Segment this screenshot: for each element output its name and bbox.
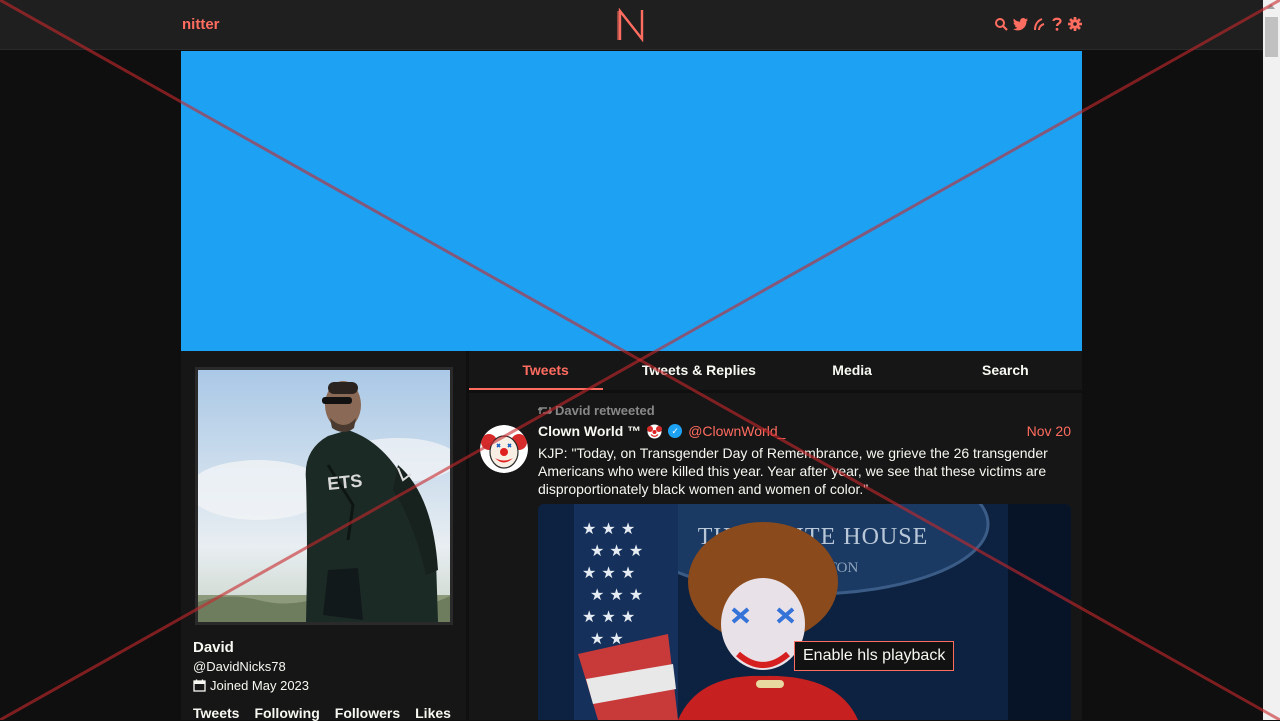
retweet-text[interactable]: David retweeted [555,403,655,418]
tweet-text: KJP: "Today, on Transgender Day of Remem… [538,445,1048,497]
scroll-thumb[interactable] [1265,17,1278,57]
timeline: Tweets Tweets & Replies Media Search Dav… [469,351,1082,720]
profile-avatar[interactable]: ETS [195,367,453,625]
calendar-icon [193,679,206,692]
stat-tweets[interactable]: Tweets [193,705,239,721]
clown-emoji-icon [647,424,663,438]
tweet-video[interactable]: THE WHITE HOUSE TON ★ ★ ★ ★ ★ ★ ★ ★ ★ ★ … [538,504,1071,720]
tab-search[interactable]: Search [929,351,1082,390]
verified-badge-icon: ✓ [668,424,683,438]
nav-icons [994,16,1082,32]
nitter-logo[interactable] [617,8,645,42]
profile-stats: Tweets Following Followers Likes [193,705,451,721]
svg-text:★ ★ ★: ★ ★ ★ [582,519,635,538]
profile-joined: Joined May 2023 [193,678,309,693]
tab-tweets[interactable]: Tweets [469,351,622,390]
joined-text: Joined May 2023 [210,678,310,693]
retweet-icon [538,406,552,415]
tweet-date[interactable]: Nov 20 [1027,423,1071,439]
tab-tweets-replies[interactable]: Tweets & Replies [622,351,775,390]
timeline-tabs: Tweets Tweets & Replies Media Search [469,351,1082,390]
svg-text:ETS: ETS [326,470,363,494]
site-brand[interactable]: nitter [182,16,220,33]
stat-likes[interactable]: Likes [415,705,451,721]
search-icon[interactable] [994,16,1008,32]
scroll-up-arrow-icon[interactable] [1267,4,1275,9]
profile-fullname[interactable]: David [193,639,234,656]
tweet-header: Clown World ™ ✓ @ClownWorld_ [538,423,785,439]
twitter-bird-icon[interactable] [1012,16,1028,32]
stat-followers[interactable]: Followers [335,705,400,721]
svg-text:★ ★ ★: ★ ★ ★ [590,541,643,560]
page-scrollbar[interactable] [1263,0,1280,720]
tweet-item[interactable]: David retweeted Clown World ™ ✓ @ClownWo… [469,393,1082,720]
tweet-username[interactable]: @ClownWorld_ [688,423,785,439]
clown-avatar [480,425,528,473]
profile-card: ETS David @DavidNicks78 Joined May 2023 … [181,351,466,721]
profile-banner[interactable] [181,51,1082,351]
svg-text:★ ★ ★: ★ ★ ★ [582,563,635,582]
stat-following[interactable]: Following [254,705,319,721]
profile-username[interactable]: @DavidNicks78 [193,659,286,674]
enable-hls-button[interactable]: Enable hls playback [794,641,955,671]
gear-icon[interactable] [1068,16,1082,32]
help-icon[interactable] [1050,16,1064,32]
tab-media[interactable]: Media [776,351,929,390]
avatar-photo: ETS [198,370,450,622]
tweet-fullname[interactable]: Clown World ™ [538,423,641,439]
tweet-avatar[interactable] [480,425,528,473]
retweet-header: David retweeted [538,403,655,418]
video-thumbnail: THE WHITE HOUSE TON ★ ★ ★ ★ ★ ★ ★ ★ ★ ★ … [538,504,1071,720]
svg-text:★ ★ ★: ★ ★ ★ [582,607,635,626]
svg-text:★ ★ ★: ★ ★ ★ [590,585,643,604]
rss-icon[interactable] [1032,16,1046,32]
navbar: nitter [0,0,1263,50]
